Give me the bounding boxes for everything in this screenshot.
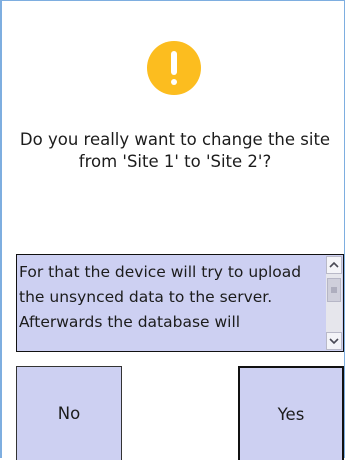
detail-textbox[interactable]: For that the device will try to upload t… bbox=[16, 254, 344, 352]
yes-button-label: Yes bbox=[277, 404, 305, 424]
vertical-scrollbar[interactable] bbox=[326, 256, 342, 350]
chevron-down-icon[interactable] bbox=[326, 332, 342, 350]
no-button[interactable]: No bbox=[16, 366, 122, 460]
warning-icon bbox=[147, 41, 201, 95]
chevron-up-icon[interactable] bbox=[326, 256, 342, 274]
confirm-question: Do you really want to change the site fr… bbox=[19, 130, 331, 171]
scrollbar-thumb[interactable] bbox=[327, 278, 341, 302]
warning-icon-bar bbox=[171, 51, 177, 75]
no-button-label: No bbox=[57, 404, 81, 423]
yes-button[interactable]: Yes bbox=[238, 366, 344, 460]
warning-icon-dot bbox=[171, 79, 177, 85]
confirm-dialog: Do you really want to change the site fr… bbox=[0, 0, 345, 460]
detail-text: For that the device will try to upload t… bbox=[19, 263, 302, 331]
